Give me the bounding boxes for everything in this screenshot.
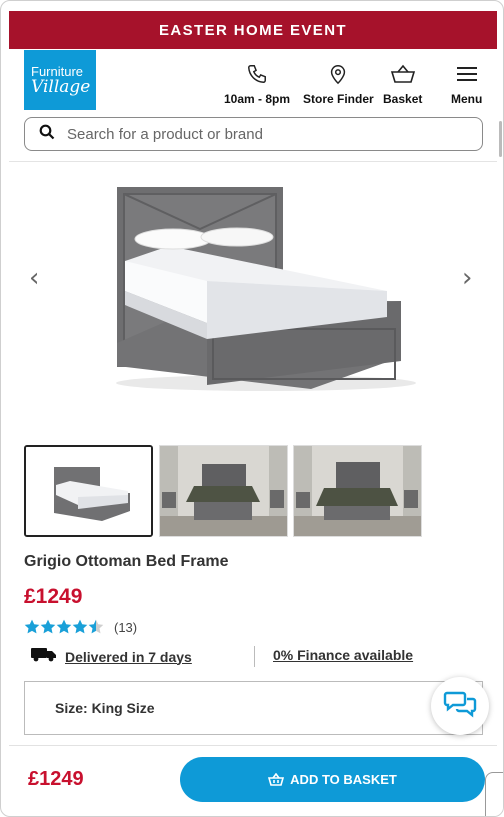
store-finder-link[interactable]: Store Finder (303, 62, 374, 106)
basket-icon (268, 772, 285, 787)
menu-button[interactable]: Menu (451, 62, 482, 106)
review-count[interactable]: (13) (114, 620, 137, 635)
chevron-right-icon[interactable]: › (462, 263, 472, 293)
thumbnail-room-closed[interactable] (293, 445, 422, 537)
add-to-basket-label: ADD TO BASKET (290, 772, 397, 787)
product-main-image[interactable] (61, 171, 446, 411)
menu-label: Menu (451, 92, 483, 106)
thumbnail-studio[interactable] (24, 445, 153, 537)
sticky-purchase-bar: £1249 ADD TO BASKET (9, 745, 497, 815)
basket-label: Basket (383, 92, 423, 106)
finance-info[interactable]: 0% Finance available (273, 647, 413, 665)
basket-icon (390, 62, 416, 86)
search-input[interactable] (67, 125, 447, 143)
scrollbar[interactable] (499, 121, 502, 157)
sticky-price: £1249 (28, 768, 84, 790)
furniture-village-logo[interactable]: Furniture Village (24, 50, 96, 110)
chat-button[interactable] (431, 677, 489, 735)
logo-line2: Village (31, 76, 91, 97)
back-to-top-tab[interactable] (485, 772, 503, 816)
add-to-basket-button[interactable]: ADD TO BASKET (180, 757, 485, 802)
opening-hours-label: 10am - 8pm (224, 92, 291, 106)
thumbnail-room-open[interactable] (159, 445, 288, 537)
star-rating-icon (24, 619, 104, 634)
basket-link[interactable]: Basket (383, 62, 422, 106)
chat-bubbles-icon (443, 689, 477, 724)
site-header: Furniture Village 10am - 8pm Store Finde… (9, 49, 497, 113)
rating-stars[interactable]: (13) (24, 619, 137, 635)
delivery-link[interactable]: Delivered in 7 days (65, 649, 192, 665)
info-divider (254, 646, 255, 667)
page-frame: EASTER HOME EVENT Furniture Village 10am… (0, 0, 504, 817)
chevron-left-icon[interactable]: ‹ (29, 263, 39, 293)
delivery-info[interactable]: Delivered in 7 days (31, 646, 192, 667)
product-price: £1249 (24, 585, 83, 608)
size-selector[interactable]: Size: King Size (24, 681, 483, 735)
header-divider (9, 161, 497, 162)
opening-hours-link[interactable]: 10am - 8pm (224, 62, 290, 106)
promo-banner[interactable]: EASTER HOME EVENT (9, 11, 497, 49)
promo-text: EASTER HOME EVENT (159, 21, 347, 39)
hamburger-menu-icon (455, 62, 479, 86)
store-finder-label: Store Finder (303, 92, 374, 106)
finance-link[interactable]: 0% Finance available (273, 647, 413, 663)
phone-icon (246, 62, 268, 86)
product-title: Grigio Ottoman Bed Frame (24, 553, 229, 570)
size-label: Size: King Size (55, 700, 155, 716)
location-pin-icon (328, 62, 348, 86)
search-bar[interactable] (24, 117, 483, 151)
search-icon[interactable] (39, 124, 55, 145)
delivery-truck-icon (31, 646, 57, 667)
